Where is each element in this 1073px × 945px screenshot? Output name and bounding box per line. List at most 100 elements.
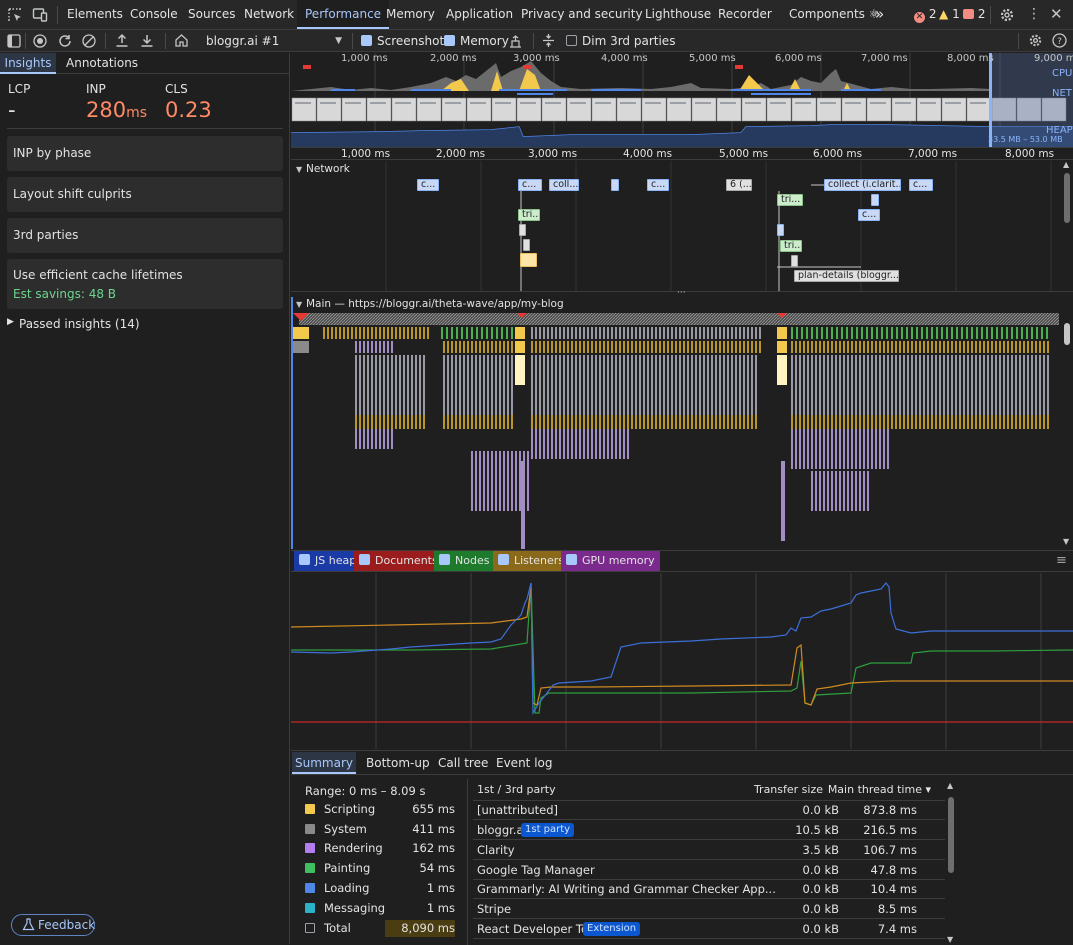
record-icon[interactable] [33,34,47,48]
close-devtools-icon[interactable]: ✕ [1050,5,1063,23]
network-request-bar[interactable] [519,224,526,236]
warnings-badge[interactable]: ▲ 1 [939,0,960,29]
home-icon[interactable] [174,33,189,48]
screenshots-checkbox[interactable]: Screenshots [361,30,450,52]
timeline-overview[interactable]: 1,000 ms 2,000 ms 3,000 ms 4,000 ms 5,00… [291,53,1073,147]
errors-badge[interactable]: ✕ 2 [914,0,936,29]
table-row[interactable]: Clarity 3.5 kB 106.7 ms [473,840,945,860]
scroll-down-icon[interactable]: ▼ [1063,537,1069,546]
tab-summary[interactable]: Summary [292,752,356,774]
scrollbar-thumb[interactable] [1064,173,1070,223]
listeners-toggle[interactable]: Listeners [493,551,569,571]
main-thread-track[interactable]: ▼ Main — https://bloggr.ai/theta-wave/ap… [291,297,1061,549]
network-request[interactable] [611,179,619,191]
js-heap-toggle[interactable]: JS heap [294,551,362,571]
column-header-transfer[interactable]: Transfer size [754,781,823,799]
column-header-party[interactable]: 1st / 3rd party [477,781,556,799]
device-toolbar-icon[interactable] [32,7,48,23]
table-row[interactable]: Stripe 0.0 kB 8.5 ms [473,899,945,919]
tab-elements[interactable]: Elements [67,0,123,29]
tab-components[interactable]: Components ⚛ [789,0,880,29]
inp-metric[interactable]: 280ms [86,98,147,122]
capture-settings-gear-icon[interactable] [1028,33,1043,48]
scrollbar-thumb[interactable] [1064,323,1070,345]
scroll-up-icon[interactable]: ▲ [1063,160,1069,169]
settings-gear-icon[interactable] [999,7,1015,23]
tab-console[interactable]: Console [130,0,178,29]
network-request[interactable]: tri... [777,194,803,206]
network-request-bar[interactable] [791,255,798,267]
scrollbar-thumb[interactable] [948,797,954,873]
feedback-button[interactable]: Feedback [11,914,95,936]
issues-badge[interactable]: 2 [963,0,985,29]
network-request[interactable]: tri... [780,240,802,252]
documents-toggle[interactable]: Documents [354,551,443,571]
network-request-bar[interactable] [777,224,784,236]
tab-network[interactable]: Network [244,0,294,29]
tab-insights[interactable]: Insights [0,53,56,74]
table-scrollbar[interactable]: ▲ ▼ [945,781,957,945]
tab-recorder[interactable]: Recorder [718,0,772,29]
scroll-down-icon[interactable]: ▼ [947,935,953,944]
network-request[interactable]: c... [518,179,542,191]
tab-application[interactable]: Application [446,0,513,29]
network-track[interactable]: ▼ Network c... c... coll... c... 6 (... … [291,161,1061,291]
passed-insights-toggle[interactable]: Passed insights (14) [19,317,140,331]
tab-privacy-security[interactable]: Privacy and security [521,0,643,29]
table-row[interactable]: Google Tag Manager 0.0 kB 47.8 ms [473,860,945,880]
more-options-icon[interactable]: ⋮ [1027,6,1041,22]
table-row[interactable]: React Developer Tools Extension 0.0 kB 7… [473,919,945,939]
recording-select[interactable]: bloggr.ai #1 ▼ [206,30,344,52]
memory-graph[interactable] [291,573,1073,749]
network-request[interactable]: c... [909,179,933,191]
inspect-element-icon[interactable] [7,7,23,23]
tab-event-log[interactable]: Event log [496,752,552,774]
network-request[interactable]: c... [417,179,439,191]
network-scrollbar[interactable]: ▲ [1061,160,1073,291]
clear-icon[interactable] [82,34,96,48]
network-request[interactable]: c... [647,179,669,191]
table-row[interactable]: [unattributed] 0.0 kB 873.8 ms [473,800,945,820]
tab-lighthouse[interactable]: Lighthouse [645,0,711,29]
memory-checkbox[interactable]: Memory [444,30,509,52]
gpu-memory-toggle[interactable]: GPU memory [561,551,660,571]
cls-value[interactable]: 0.23 [165,98,212,122]
column-header-time[interactable]: Main thread time ▾ [828,781,931,799]
table-row[interactable]: bloggr.ai 1st party 10.5 kB 216.5 ms [473,820,945,840]
insight-card-inp-by-phase[interactable]: INP by phase [7,136,283,171]
tab-call-tree[interactable]: Call tree [438,752,488,774]
network-request[interactable]: plan-details (bloggr.... [794,270,899,282]
tab-annotations[interactable]: Annotations [66,53,138,74]
network-request-bar[interactable] [520,253,537,267]
time-ruler[interactable]: 1,000 ms 2,000 ms 3,000 ms 4,000 ms 5,00… [291,147,1073,160]
tab-performance[interactable]: Performance [297,0,390,29]
toggle-sidebar-icon[interactable] [7,34,21,48]
tab-memory[interactable]: Memory [386,0,435,29]
download-profile-icon[interactable] [140,33,154,48]
collapse-tracks-icon[interactable] [542,33,555,48]
dim-3rd-parties-checkbox[interactable]: Dim 3rd parties [566,30,675,52]
network-request[interactable]: 6 (... [726,179,752,191]
garbage-collect-icon[interactable] [508,34,523,48]
network-request[interactable]: c... [858,209,880,221]
tab-bottom-up[interactable]: Bottom-up [366,752,430,774]
help-icon[interactable]: ? [1052,33,1067,48]
insight-card-3rd-parties[interactable]: 3rd parties [7,218,283,253]
network-request[interactable]: collect (i.clarit... [824,179,901,191]
network-request-bar[interactable] [871,194,879,206]
tab-sources[interactable]: Sources [188,0,235,29]
upload-profile-icon[interactable] [115,33,129,48]
main-scrollbar[interactable]: ▼ [1061,297,1073,549]
reload-record-icon[interactable] [58,34,72,48]
more-tabs-icon[interactable]: » [875,0,884,29]
network-request[interactable]: coll... [549,179,579,191]
insight-card-layout-shift[interactable]: Layout shift culprits [7,177,283,212]
network-request[interactable]: tri... [518,209,540,221]
network-request-bar[interactable] [523,239,530,251]
nodes-toggle[interactable]: Nodes [434,551,495,571]
table-row[interactable]: Grammarly: AI Writing and Grammar Checke… [473,879,945,899]
insight-card-cache-lifetimes[interactable]: Use efficient cache lifetimes Est saving… [7,259,283,309]
menu-icon[interactable]: ≡ [1056,553,1067,568]
scroll-up-icon[interactable]: ▲ [947,781,953,790]
lcp-value[interactable]: - [8,98,16,122]
